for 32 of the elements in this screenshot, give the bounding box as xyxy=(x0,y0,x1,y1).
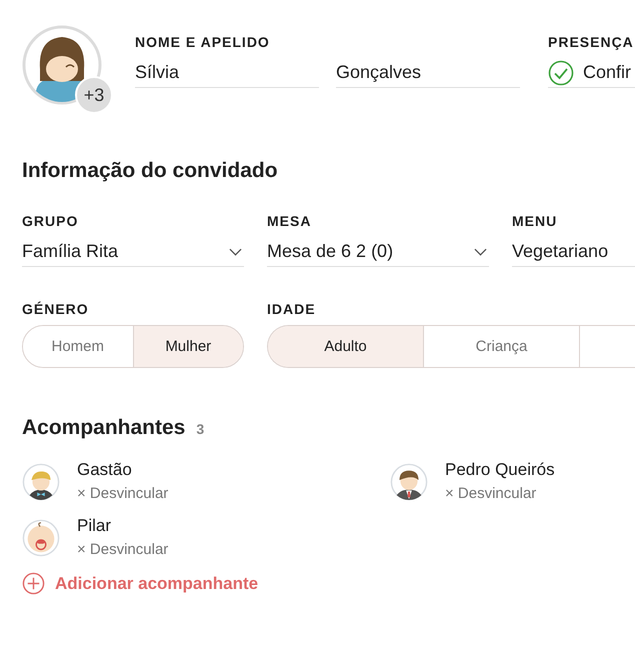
count-label: 3 xyxy=(196,421,204,437)
gender-option[interactable]: Mulher xyxy=(134,326,243,367)
field-label: GÉNERO xyxy=(22,301,90,317)
man-avatar-drawing xyxy=(390,463,428,501)
select-field[interactable]: Família Rita xyxy=(22,237,244,267)
chevron-icon xyxy=(229,248,242,256)
companion-name: Gastão xyxy=(77,460,133,480)
section-title: Acompanhantes xyxy=(22,416,186,440)
unlink-link[interactable]: × Desvincular xyxy=(77,541,168,558)
baby-avatar-drawing xyxy=(22,519,60,557)
field-label: NOME E APELIDO xyxy=(135,34,271,50)
unlink-link[interactable]: × Desvincular xyxy=(77,485,168,502)
count-badge: +3 xyxy=(75,76,113,114)
field-label: PRESENÇA xyxy=(548,34,635,50)
chevron-icon xyxy=(474,248,487,256)
section-title: Informação do convidado xyxy=(22,159,279,183)
field-label: GRUPO xyxy=(22,213,80,229)
plus-icon xyxy=(22,572,45,595)
field-label: MENU xyxy=(512,213,558,229)
first-name-field[interactable]: Sílvia xyxy=(135,58,319,88)
select-field[interactable]: Mesa de 6 2 (0) xyxy=(267,237,489,267)
companion-name: Pedro Queirós xyxy=(445,460,555,480)
gender-option[interactable]: Homem xyxy=(23,326,134,367)
boy-avatar-drawing xyxy=(22,463,60,501)
last-name-field[interactable]: Gonçalves xyxy=(336,58,520,88)
unlink-link[interactable]: × Desvincular xyxy=(445,485,555,502)
presence-select[interactable]: Confir xyxy=(548,58,635,88)
companion-name: Pilar xyxy=(77,516,112,536)
field-label: IDADE xyxy=(267,301,317,317)
select-field[interactable]: Vegetariano xyxy=(512,237,635,267)
field-label: MESA xyxy=(267,213,312,229)
age-option[interactable]: Adulto xyxy=(268,326,424,367)
